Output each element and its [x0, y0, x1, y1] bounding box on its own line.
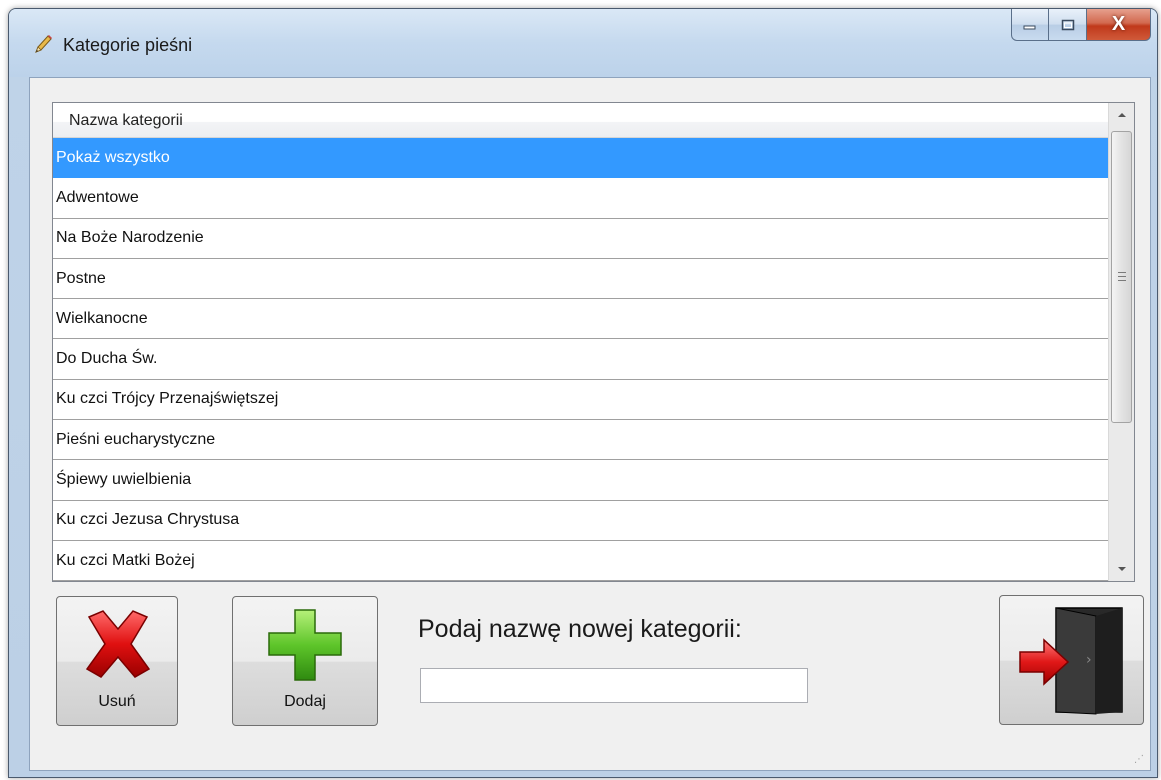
caption-buttons: X — [1011, 9, 1151, 41]
main-window: Kategorie pieśni X Nazwa kategorii Pokaż… — [8, 8, 1158, 778]
list-item[interactable]: Postne — [53, 259, 1110, 300]
scroll-down-icon — [1117, 567, 1126, 571]
scroll-down-button[interactable] — [1109, 557, 1134, 581]
new-category-prompt: Podaj nazwę nowej kategorii: — [418, 615, 742, 643]
delete-button[interactable]: Usuń — [56, 596, 178, 726]
column-header-label: Nazwa kategorii — [69, 112, 183, 129]
delete-button-label: Usuń — [98, 693, 136, 710]
exit-door-icon: › — [1019, 607, 1123, 715]
list-item[interactable]: Ku czci Trójcy Przenajświętszej — [53, 380, 1110, 421]
new-category-input[interactable] — [420, 668, 808, 703]
list-item[interactable]: Adwentowe — [53, 178, 1110, 219]
list-item[interactable]: Wielkanocne — [53, 299, 1110, 340]
maximize-icon — [1061, 19, 1074, 30]
pencil-icon — [35, 35, 52, 53]
close-icon: X — [1111, 13, 1126, 35]
exit-button[interactable]: › — [999, 595, 1144, 725]
close-button[interactable]: X — [1087, 9, 1151, 41]
category-rows: Pokaż wszystko Adwentowe Na Boże Narodze… — [53, 138, 1110, 581]
title-bar[interactable]: Kategorie pieśni X — [9, 9, 1157, 77]
list-item[interactable]: Pokaż wszystko — [53, 138, 1110, 179]
scroll-up-button[interactable] — [1109, 103, 1134, 127]
resize-grip-icon[interactable]: ⋰ — [1134, 754, 1146, 766]
list-item[interactable]: Ku czci Matki Bożej — [53, 541, 1110, 581]
red-x-icon — [85, 610, 151, 678]
category-list[interactable]: Nazwa kategorii Pokaż wszystko Adwentowe… — [52, 102, 1135, 582]
minimize-icon — [1023, 25, 1036, 29]
scroll-up-icon — [1117, 113, 1126, 117]
client-area: Nazwa kategorii Pokaż wszystko Adwentowe… — [29, 77, 1151, 771]
green-plus-icon — [268, 609, 342, 681]
scrollbar-grip-icon — [1118, 272, 1126, 284]
add-button[interactable]: Dodaj — [232, 596, 378, 726]
list-item[interactable]: Śpiewy uwielbienia — [53, 460, 1110, 501]
column-header-category-name[interactable]: Nazwa kategorii — [53, 103, 1110, 138]
minimize-button[interactable] — [1011, 9, 1049, 41]
list-item[interactable]: Na Boże Narodzenie — [53, 219, 1110, 259]
window-title: Kategorie pieśni — [63, 35, 193, 55]
scrollbar-thumb[interactable] — [1111, 131, 1132, 423]
list-item[interactable]: Pieśni eucharystyczne — [53, 420, 1110, 461]
list-item[interactable]: Ku czci Jezusa Chrystusa — [53, 501, 1110, 541]
maximize-button[interactable] — [1049, 9, 1087, 41]
list-item[interactable]: Do Ducha Św. — [53, 339, 1110, 380]
vertical-scrollbar[interactable] — [1108, 103, 1134, 581]
add-button-label: Dodaj — [284, 693, 326, 710]
svg-text:›: › — [1086, 652, 1092, 668]
